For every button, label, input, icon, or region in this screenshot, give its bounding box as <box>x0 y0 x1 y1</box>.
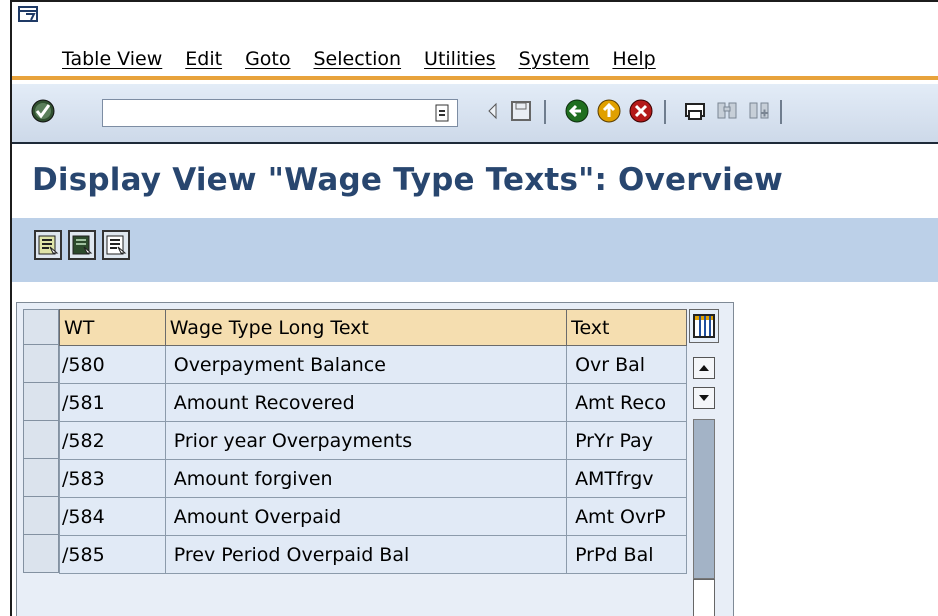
standard-toolbar <box>12 84 938 144</box>
cell-long-text[interactable]: Amount forgiven <box>164 459 568 498</box>
command-dropdown-icon[interactable] <box>435 104 449 122</box>
sap-window: Table View Edit Goto Selection Utilities… <box>10 0 938 616</box>
row-selector[interactable] <box>23 383 59 421</box>
command-field[interactable] <box>102 99 458 127</box>
chevron-down-icon <box>699 395 709 401</box>
cell-wt[interactable]: /582 <box>59 421 166 460</box>
menu-goto[interactable]: Goto <box>245 48 290 70</box>
deselect-all-button[interactable] <box>102 230 130 260</box>
cell-text[interactable]: Amt OvrP <box>566 497 687 536</box>
find-icon[interactable] <box>714 98 740 124</box>
application-toolbar <box>12 218 938 282</box>
table-columns-icon <box>693 314 715 338</box>
menu-selection[interactable]: Selection <box>313 48 401 70</box>
back-arrow-icon[interactable] <box>480 98 506 124</box>
row-selector[interactable] <box>23 421 59 459</box>
select-all-icon <box>38 235 59 255</box>
save-icon[interactable] <box>508 98 534 124</box>
select-block-button[interactable] <box>68 230 96 260</box>
table-row: /583 Amount forgiven AMTfrgv <box>59 459 687 498</box>
menu-utilities[interactable]: Utilities <box>424 48 496 70</box>
print-icon[interactable] <box>682 98 708 124</box>
select-block-icon <box>72 235 93 255</box>
table-row: /581 Amount Recovered Amt Reco <box>59 383 687 422</box>
cell-wt[interactable]: /581 <box>59 383 166 422</box>
title-area: Display View "Wage Type Texts": Overview <box>12 146 938 218</box>
table-row: /582 Prior year Overpayments PrYr Pay <box>59 421 687 460</box>
deselect-all-icon <box>106 235 127 255</box>
cell-long-text[interactable]: Amount Overpaid <box>164 497 568 536</box>
back-icon[interactable] <box>564 98 590 124</box>
cell-text[interactable]: Ovr Bal <box>566 345 687 384</box>
chevron-up-icon <box>699 365 709 371</box>
scroll-down-button[interactable] <box>693 387 715 409</box>
cell-text[interactable]: PrPd Bal <box>566 535 687 574</box>
cell-long-text[interactable]: Amount Recovered <box>164 383 568 422</box>
cell-text[interactable]: AMTfrgv <box>566 459 687 498</box>
cell-long-text[interactable]: Overpayment Balance <box>164 345 568 384</box>
column-header-long-text[interactable]: Wage Type Long Text <box>164 309 568 346</box>
scroll-up-button[interactable] <box>693 357 715 379</box>
row-selector[interactable] <box>23 497 59 535</box>
column-header-text[interactable]: Text <box>566 309 687 346</box>
exit-icon[interactable] <box>596 98 622 124</box>
scroll-thumb[interactable] <box>693 579 715 616</box>
cell-wt[interactable]: /580 <box>59 345 166 384</box>
table-row: /580 Overpayment Balance Ovr Bal <box>59 345 687 384</box>
row-selector-column <box>23 309 59 573</box>
cell-wt[interactable]: /583 <box>59 459 166 498</box>
find-next-icon[interactable] <box>746 98 772 124</box>
vertical-scrollbar[interactable] <box>689 309 719 616</box>
wage-type-table: WT Wage Type Long Text Text /580 Overpay… <box>59 309 687 574</box>
menu-table-view[interactable]: Table View <box>62 48 162 70</box>
cell-long-text[interactable]: Prev Period Overpaid Bal <box>164 535 568 574</box>
menu-edit[interactable]: Edit <box>185 48 222 70</box>
cell-text[interactable]: Amt Reco <box>566 383 687 422</box>
row-selector[interactable] <box>23 535 59 573</box>
menu-bar: Table View Edit Goto Selection Utilities… <box>12 2 938 80</box>
row-selector[interactable] <box>23 459 59 497</box>
menu-system[interactable]: System <box>519 48 590 70</box>
cell-long-text[interactable]: Prior year Overpayments <box>164 421 568 460</box>
cell-wt[interactable]: /585 <box>59 535 166 574</box>
cell-text[interactable]: PrYr Pay <box>566 421 687 460</box>
row-selector[interactable] <box>23 345 59 383</box>
cancel-icon[interactable] <box>628 98 654 124</box>
select-all-rows-header[interactable] <box>23 309 59 345</box>
table-settings-button[interactable] <box>689 309 719 343</box>
select-all-button[interactable] <box>34 230 62 260</box>
table-row: /584 Amount Overpaid Amt OvrP <box>59 497 687 536</box>
system-menu-icon[interactable] <box>18 6 40 24</box>
scroll-track[interactable] <box>693 419 715 579</box>
menu-help[interactable]: Help <box>612 48 655 70</box>
table-control: WT Wage Type Long Text Text /580 Overpay… <box>16 302 734 616</box>
column-header-wt[interactable]: WT <box>59 309 166 346</box>
enter-icon[interactable] <box>30 98 56 124</box>
cell-wt[interactable]: /584 <box>59 497 166 536</box>
page-title: Display View "Wage Type Texts": Overview <box>32 162 784 198</box>
table-row: /585 Prev Period Overpaid Bal PrPd Bal <box>59 535 687 574</box>
